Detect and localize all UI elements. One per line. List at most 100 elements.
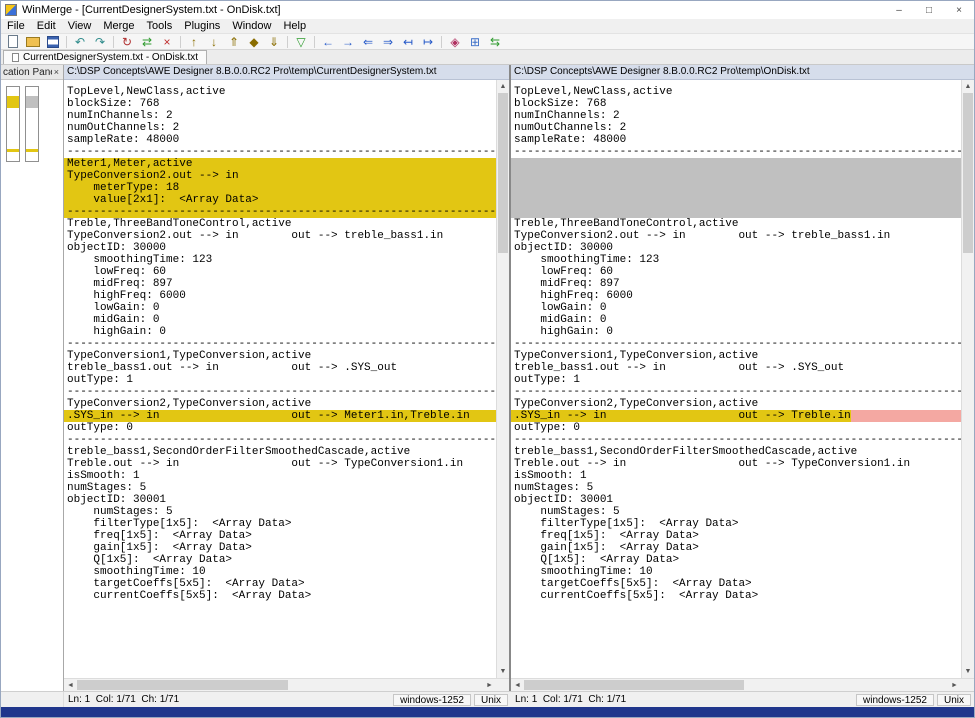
deleted-line-placeholder[interactable] <box>511 158 961 170</box>
code-line[interactable]: gain[1x5]: <Array Data> <box>64 542 496 554</box>
code-line[interactable]: ----------------------------------------… <box>64 338 496 350</box>
code-line[interactable]: currentCoeffs[5x5]: <Array Data> <box>64 590 496 602</box>
code-line[interactable]: treble_bass1.out --> in out --> .SYS_out <box>511 362 961 374</box>
menu-plugins[interactable]: Plugins <box>178 20 226 32</box>
code-line[interactable]: ----------------------------------------… <box>511 434 961 446</box>
code-line[interactable]: freq[1x5]: <Array Data> <box>64 530 496 542</box>
code-line[interactable]: outType: 1 <box>511 374 961 386</box>
code-line[interactable]: ----------------------------------------… <box>511 386 961 398</box>
code-line[interactable]: outType: 0 <box>511 422 961 434</box>
code-line[interactable]: Q[1x5]: <Array Data> <box>64 554 496 566</box>
menu-view[interactable]: View <box>62 20 98 32</box>
copy-all-left-button[interactable]: ⇐ <box>358 34 378 50</box>
diff-line[interactable]: ----------------------------------------… <box>64 206 496 218</box>
code-line[interactable]: smoothingTime: 10 <box>64 566 496 578</box>
code-line[interactable]: numStages: 5 <box>64 506 496 518</box>
code-line[interactable]: numInChannels: 2 <box>64 110 496 122</box>
code-line[interactable]: filterType[1x5]: <Array Data> <box>511 518 961 530</box>
code-line[interactable]: currentCoeffs[5x5]: <Array Data> <box>511 590 961 602</box>
code-line[interactable]: TypeConversion2,TypeConversion,active <box>511 398 961 410</box>
location-bar-right[interactable] <box>25 86 39 162</box>
code-line[interactable]: highFreq: 6000 <box>64 290 496 302</box>
code-line[interactable]: TypeConversion2.out --> in out --> trebl… <box>511 230 961 242</box>
first-diff-button[interactable]: ⇑ <box>224 34 244 50</box>
code-line[interactable]: numOutChannels: 2 <box>511 122 961 134</box>
auto-merge-button[interactable]: ◈ <box>445 34 465 50</box>
deleted-line-placeholder[interactable] <box>511 182 961 194</box>
code-line[interactable]: midFreq: 897 <box>64 278 496 290</box>
scroll-down-icon[interactable]: ▼ <box>497 665 509 678</box>
code-line[interactable]: sampleRate: 48000 <box>511 134 961 146</box>
scroll-left-icon[interactable]: ◄ <box>64 679 77 691</box>
diff-line[interactable]: Meter1,Meter,active <box>64 158 496 170</box>
code-line[interactable]: lowGain: 0 <box>64 302 496 314</box>
code-line[interactable]: ----------------------------------------… <box>511 146 961 158</box>
code-line[interactable]: TopLevel,NewClass,active <box>64 86 496 98</box>
horizontal-scrollbar-right[interactable]: ◄ ► <box>511 678 974 691</box>
code-line[interactable]: Treble.out --> in out --> TypeConversion… <box>64 458 496 470</box>
code-line[interactable]: smoothingTime: 123 <box>64 254 496 266</box>
code-line[interactable]: numStages: 5 <box>64 482 496 494</box>
code-line[interactable]: targetCoeffs[5x5]: <Array Data> <box>64 578 496 590</box>
diff-line[interactable]: meterType: 18 <box>64 182 496 194</box>
code-line[interactable]: ----------------------------------------… <box>511 338 961 350</box>
minimize-button[interactable]: – <box>884 1 914 19</box>
filter-button[interactable]: ▽ <box>291 34 311 50</box>
code-line[interactable]: numInChannels: 2 <box>511 110 961 122</box>
menu-edit[interactable]: Edit <box>31 20 62 32</box>
vertical-scroll-thumb-left[interactable] <box>498 93 508 253</box>
code-line[interactable]: isSmooth: 1 <box>511 470 961 482</box>
code-line[interactable]: highGain: 0 <box>511 326 961 338</box>
diff-line[interactable]: .SYS_in --> in out --> Meter1.in,Treble.… <box>64 410 496 422</box>
diff-line[interactable]: TypeConversion2.out --> in <box>64 170 496 182</box>
next-diff-button[interactable]: ↓ <box>204 34 224 50</box>
horizontal-scroll-track-left[interactable] <box>77 679 483 691</box>
code-line[interactable]: objectID: 30001 <box>64 494 496 506</box>
open-file-button[interactable] <box>23 34 43 50</box>
text-area-right[interactable]: TopLevel,NewClass,activeblockSize: 768nu… <box>511 80 961 678</box>
code-line[interactable]: TopLevel,NewClass,active <box>511 86 961 98</box>
code-line[interactable]: blockSize: 768 <box>64 98 496 110</box>
code-line[interactable]: treble_bass1,SecondOrderFilterSmoothedCa… <box>64 446 496 458</box>
code-line[interactable]: midGain: 0 <box>64 314 496 326</box>
code-line[interactable]: numStages: 5 <box>511 506 961 518</box>
code-line[interactable]: sampleRate: 48000 <box>64 134 496 146</box>
last-diff-button[interactable]: ⇓ <box>264 34 284 50</box>
scroll-left-icon[interactable]: ◄ <box>511 679 524 691</box>
horizontal-scrollbar-left[interactable]: ◄ ► <box>64 678 509 691</box>
menu-file[interactable]: File <box>1 20 31 32</box>
code-line[interactable]: objectID: 30001 <box>511 494 961 506</box>
code-line[interactable]: blockSize: 768 <box>511 98 961 110</box>
code-line[interactable]: highGain: 0 <box>64 326 496 338</box>
code-line[interactable]: Treble,ThreeBandToneControl,active <box>511 218 961 230</box>
code-line[interactable]: freq[1x5]: <Array Data> <box>511 530 961 542</box>
vertical-scrollbar-left[interactable]: ▲ ▼ <box>496 80 509 678</box>
deleted-line-placeholder[interactable] <box>511 170 961 182</box>
code-line[interactable]: isSmooth: 1 <box>64 470 496 482</box>
close-button[interactable]: × <box>944 1 974 19</box>
text-area-left[interactable]: TopLevel,NewClass,activeblockSize: 768nu… <box>64 80 496 678</box>
title-bar[interactable]: WinMerge - [CurrentDesignerSystem.txt - … <box>1 1 974 19</box>
scroll-up-icon[interactable]: ▲ <box>962 80 974 93</box>
code-line[interactable]: numStages: 5 <box>511 482 961 494</box>
code-line[interactable]: outType: 1 <box>64 374 496 386</box>
code-line[interactable]: highFreq: 6000 <box>511 290 961 302</box>
save-button[interactable] <box>43 34 63 50</box>
deleted-line-placeholder[interactable] <box>511 194 961 206</box>
code-line[interactable]: ----------------------------------------… <box>64 386 496 398</box>
code-line[interactable]: objectID: 30000 <box>64 242 496 254</box>
menu-tools[interactable]: Tools <box>141 20 179 32</box>
vertical-scroll-track-left[interactable] <box>497 93 509 665</box>
deleted-line-placeholder[interactable] <box>511 206 961 218</box>
file-path-header-right[interactable]: C:\DSP Concepts\AWE Designer 8.B.0.0.RC2… <box>511 65 974 80</box>
copy-left-advance-button[interactable]: ↤ <box>398 34 418 50</box>
code-line[interactable]: TypeConversion2.out --> in out --> trebl… <box>64 230 496 242</box>
vertical-scrollbar-right[interactable]: ▲ ▼ <box>961 80 974 678</box>
redo-button[interactable]: ↷ <box>90 34 110 50</box>
scroll-down-icon[interactable]: ▼ <box>962 665 974 678</box>
tab-compare-document[interactable]: CurrentDesignerSystem.txt - OnDisk.txt <box>3 50 207 64</box>
current-diff-button[interactable]: ◆ <box>244 34 264 50</box>
copy-right-advance-button[interactable]: ↦ <box>418 34 438 50</box>
location-pane-close-icon[interactable]: × <box>52 67 61 77</box>
horizontal-scroll-thumb-right[interactable] <box>524 680 744 690</box>
